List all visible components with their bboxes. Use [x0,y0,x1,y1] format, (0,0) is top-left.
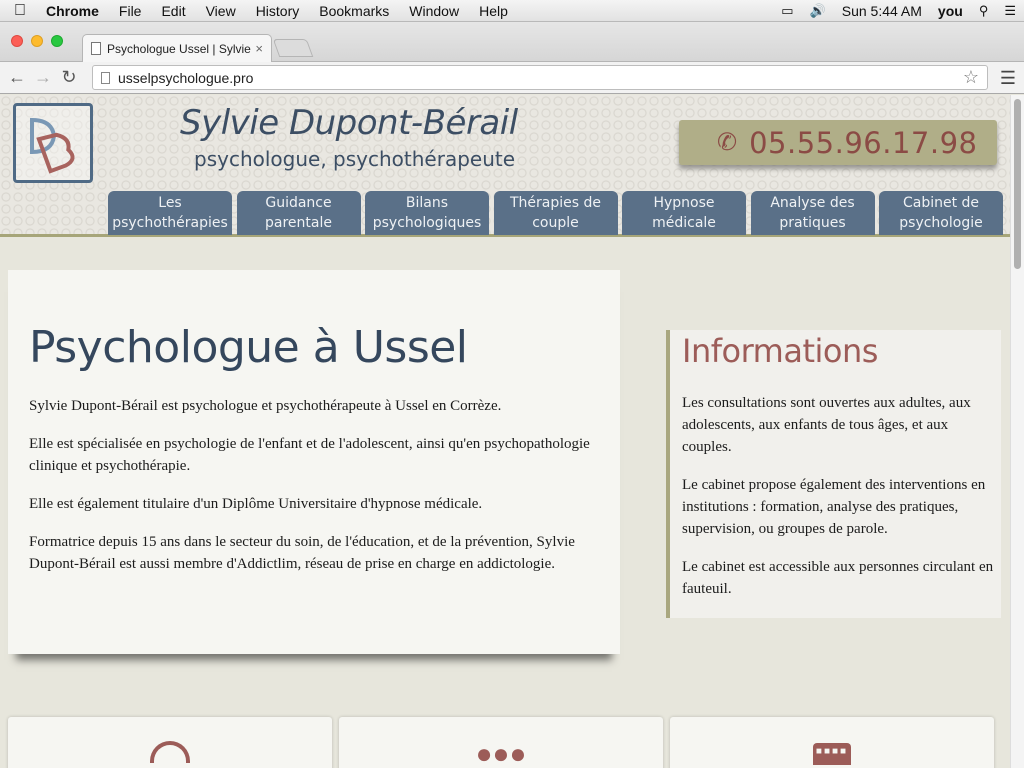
forward-arrow-icon[interactable]: → [30,67,56,88]
people-icon: ●●● [475,738,527,768]
feature-card[interactable]: ●●● [339,717,663,768]
nav-label-line1: Les [158,195,182,211]
menu-help[interactable]: Help [469,3,518,19]
nav-label-line1: Thérapies de [509,195,601,211]
site-tagline: psychologue, psychothérapeute [194,147,516,171]
phone-badge[interactable]: ✆ 05.55.96.17.98 [679,120,997,165]
calendar-icon: ■■■■ [813,743,851,765]
zoom-window-button[interactable] [51,35,63,47]
nav-label-line2: parentale [265,215,332,231]
nav-analyse-pratiques[interactable]: Analyse des pratiques [750,191,875,235]
page-scrollbar[interactable] [1010,95,1024,768]
page-viewport: Sylvie Dupont-Bérail psychologue, psycho… [0,95,1010,768]
spotlight-search-icon[interactable]: ⚲ [979,3,989,19]
main-nav: Les psychothérapies Guidance parentale Bil… [108,191,1008,235]
url-text[interactable]: usselpsychologue.pro [118,70,963,86]
tab-title: Psychologue Ussel | Sylvie [107,41,251,56]
intro-paragraph: Elle est également titulaire d'un Diplôm… [29,496,483,512]
close-window-button[interactable] [11,35,23,47]
display-icon[interactable]: ▭ [781,3,793,19]
nav-label-line1: Bilans [405,195,449,211]
nav-label-line2: psychothérapies [112,215,228,231]
site-header: Sylvie Dupont-Bérail psychologue, psycho… [0,95,1010,237]
menu-history[interactable]: History [246,3,310,19]
intro-paragraph: Elle est spécialisée en psychologie de l… [29,436,590,474]
browser-tabbar: Psychologue Ussel | Sylvie × [0,22,1024,62]
intro-paragraph: Formatrice depuis 15 ans dans le secteur… [29,534,575,572]
phone-icon: ✆ [717,129,738,156]
nav-label-line2: pratiques [779,215,846,231]
menu-view[interactable]: View [196,3,246,19]
menu-edit[interactable]: Edit [151,3,195,19]
chrome-menu-icon[interactable]: ☰ [1000,68,1016,89]
notification-center-icon[interactable]: ☰ [1004,3,1016,19]
scrollbar-thumb[interactable] [1014,99,1021,269]
info-paragraph: Le cabinet propose également des interve… [682,477,986,537]
clock[interactable]: Sun 5:44 AM [842,3,922,19]
nav-therapies-couple[interactable]: Thérapies de couple [493,191,618,235]
informations-title: Informations [682,332,878,370]
intro-paragraph: Sylvie Dupont-Bérail est psychologue et … [29,398,502,414]
page-favicon-icon [91,42,101,55]
page-title: Psychologue à Ussel [29,322,468,373]
site-name[interactable]: Sylvie Dupont-Bérail [180,103,518,143]
feature-card[interactable]: ■■■■ [670,717,994,768]
new-tab-button[interactable] [272,39,314,57]
nav-label-line1: Analyse des [770,195,855,211]
nav-label-line2: psychologie [899,215,983,231]
menu-app-chrome[interactable]: Chrome [40,3,109,19]
user-name[interactable]: you [938,3,963,19]
speech-bubble-icon [150,741,190,763]
nav-cabinet-psychologie[interactable]: Cabinet de psychologie [879,191,1003,235]
intro-card: Psychologue à Ussel Sylvie Dupont-Bérail… [8,270,620,654]
apple-icon[interactable]:  [0,2,40,20]
phone-number[interactable]: 05.55.96.17.98 [749,126,977,160]
nav-label-line2: psychologiques [372,215,482,231]
nav-label-line2: couple [532,215,579,231]
bookmark-star-icon[interactable]: ☆ [963,67,979,88]
menubar-status-area: ▭ 🔊 Sun 5:44 AM you ⚲ ☰ [773,0,1024,22]
informations-sidebar: Informations Les consultations sont ouve… [666,330,1001,618]
nav-label-line1: Hypnose [653,195,715,211]
feature-card[interactable] [8,717,332,768]
back-arrow-icon[interactable]: ← [4,67,30,88]
menu-file[interactable]: File [109,3,152,19]
info-paragraph: Le cabinet est accessible aux personnes … [682,559,994,597]
nav-hypnose-medicale[interactable]: Hypnose médicale [622,191,746,235]
site-logo[interactable] [13,103,93,183]
tab-close-icon[interactable]: × [255,41,263,56]
reload-icon[interactable]: ↻ [56,67,82,88]
volume-icon[interactable]: 🔊 [810,3,826,19]
page-info-icon[interactable] [101,71,110,84]
os-menubar:  Chrome File Edit View History Bookmark… [0,0,1024,22]
browser-toolbar: ← → ↻ usselpsychologue.pro ☆ ☰ [0,62,1024,94]
info-paragraph: Les consultations sont ouvertes aux adul… [682,395,971,455]
nav-bilans-psychologiques[interactable]: Bilans psychologiques [365,191,489,235]
nav-psychotherapies[interactable]: Les psychothérapies [108,191,232,235]
menu-bookmarks[interactable]: Bookmarks [309,3,399,19]
nav-guidance-parentale[interactable]: Guidance parentale [236,191,361,235]
address-bar[interactable]: usselpsychologue.pro ☆ [92,65,988,90]
menu-window[interactable]: Window [399,3,469,19]
nav-label-line1: Guidance [265,195,332,211]
nav-label-line2: médicale [652,215,716,231]
logo-db-monogram-icon [30,117,75,174]
browser-tab-active[interactable]: Psychologue Ussel | Sylvie × [82,34,272,62]
minimize-window-button[interactable] [31,35,43,47]
nav-label-line1: Cabinet de [902,195,980,211]
